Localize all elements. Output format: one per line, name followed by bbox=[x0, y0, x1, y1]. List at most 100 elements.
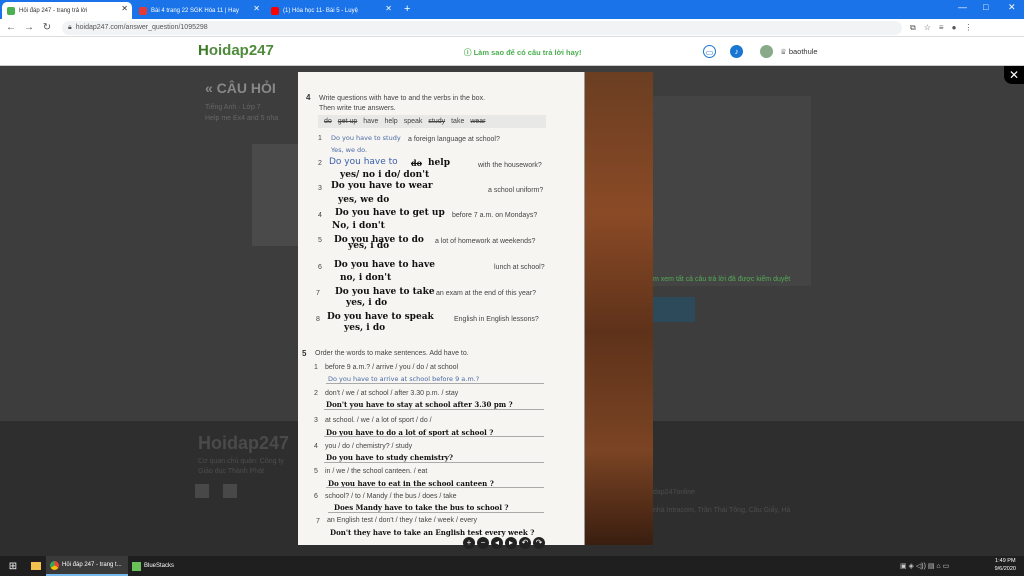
handwritten-question: Do you have to have bbox=[334, 260, 435, 270]
footer-social: dap247online bbox=[653, 489, 696, 496]
item-number: 8 bbox=[316, 316, 320, 323]
browser-toolbar: ← → ↻ 🔒︎ hoidap247.com/answer_question/1… bbox=[0, 19, 1024, 37]
browser-tab-2[interactable]: (1) Hóa học 11- Bài 5 - Luyệ ✕ bbox=[266, 2, 396, 19]
word-prompt: in / we / the school canteen. / eat bbox=[325, 468, 428, 475]
question-preview: Help me Ex4 and 5 nha bbox=[205, 115, 279, 122]
taskbar-item-bluestacks[interactable]: BlueStacks bbox=[128, 556, 188, 576]
tray-icons[interactable]: ▣ ◈ ◁)) ▤ ⌂ ▭ bbox=[900, 562, 949, 570]
previous-icon[interactable]: ◂ bbox=[491, 537, 503, 549]
new-tab-button[interactable]: + bbox=[404, 2, 410, 19]
worksheet-photo: 4 Write questions with have to and the v… bbox=[298, 72, 653, 545]
hoidap-favicon-icon bbox=[7, 6, 15, 15]
close-icon[interactable]: ✕ bbox=[253, 4, 260, 13]
word-prompt: you / do / chemistry? / study bbox=[325, 443, 413, 450]
item-number: 7 bbox=[316, 518, 320, 525]
footer-company-name: Giáo dục Thành Phát bbox=[198, 468, 265, 475]
sgk-favicon-icon bbox=[139, 6, 147, 15]
reload-icon[interactable]: ↻ bbox=[40, 22, 54, 33]
avatar[interactable] bbox=[760, 45, 773, 58]
word-prompt: at school. / we / a lot of sport / do / bbox=[325, 417, 432, 424]
taskbar-item-chrome[interactable]: Hỏi đáp 247 - trang t... bbox=[46, 556, 128, 576]
answer-line bbox=[326, 383, 544, 384]
windows-taskbar: ⊞ Hỏi đáp 247 - trang t... BlueStacks ▣ … bbox=[0, 556, 1024, 576]
handwritten-answer: No, i don't bbox=[332, 221, 385, 231]
word-prompt: school? / to / Mandy / the bus / does / … bbox=[325, 493, 457, 500]
corrected-verb: help bbox=[428, 158, 450, 168]
translate-icon[interactable]: ⧉ bbox=[910, 23, 916, 33]
answer-button[interactable] bbox=[653, 297, 695, 322]
answer-line bbox=[328, 512, 544, 513]
subject-label: Tiếng Anh · Lớp 7 bbox=[205, 104, 261, 111]
windows-start-icon[interactable]: ⊞ bbox=[0, 556, 26, 576]
youtube-favicon-icon bbox=[271, 6, 279, 15]
handwritten-answer: yes, i do bbox=[346, 298, 388, 308]
item-number: 4 bbox=[318, 212, 322, 219]
lock-icon: 🔒︎ bbox=[68, 23, 72, 31]
rotate-right-icon[interactable]: ↷ bbox=[533, 537, 545, 549]
info-icon: ⓘ bbox=[464, 48, 474, 57]
thumbnail bbox=[252, 144, 298, 246]
menu-dots-icon[interactable]: ⋮ bbox=[964, 23, 972, 32]
word-prompt: an English test / don't / they / take / … bbox=[327, 517, 477, 524]
wooden-table bbox=[585, 72, 653, 545]
close-icon[interactable]: ✕ bbox=[385, 4, 392, 13]
site-logo[interactable]: Hoidap247 bbox=[198, 42, 274, 59]
handwritten-answer: Yes, we do. bbox=[331, 146, 368, 154]
facebook-icon[interactable] bbox=[195, 484, 209, 498]
browser-tab-strip: Hỏi đáp 247 - trang trả lời ✕ Bài 4 tran… bbox=[0, 0, 1024, 19]
ex5-number: 5 bbox=[302, 349, 307, 358]
zoom-out-icon[interactable]: − bbox=[477, 537, 489, 549]
bluestacks-icon bbox=[132, 561, 141, 571]
star-icon[interactable]: ☆ bbox=[924, 23, 931, 32]
forward-arrow-icon[interactable]: → bbox=[22, 22, 36, 33]
answer-sentence: Don't they have to take an English test … bbox=[330, 528, 535, 537]
handwritten-question: Do you have to wear bbox=[331, 181, 433, 191]
item-number: 5 bbox=[318, 237, 322, 244]
viewer-close-button[interactable]: ✕ bbox=[1004, 66, 1024, 84]
handwritten-answer: yes, i do bbox=[344, 323, 386, 333]
file-explorer-icon[interactable] bbox=[26, 556, 46, 576]
window-close-button[interactable]: ✕ bbox=[1008, 2, 1016, 13]
printed-question: a lot of homework at weekends? bbox=[435, 238, 536, 245]
page-heading: « CÂU HỎI bbox=[205, 80, 276, 96]
footer-address: nhà Intracom, Trần Thái Tông, Cầu Giấy, … bbox=[653, 507, 791, 514]
address-bar[interactable]: 🔒︎ hoidap247.com/answer_question/1095298 bbox=[62, 20, 902, 35]
item-number: 1 bbox=[314, 364, 318, 371]
chat-icon[interactable]: ▭ bbox=[703, 45, 716, 58]
site-header: Hoidap247 ⓘ Làm sao để có câu trả lời ha… bbox=[0, 37, 1024, 66]
ex4-number: 4 bbox=[306, 93, 311, 102]
next-icon[interactable]: ▸ bbox=[505, 537, 517, 549]
browser-tab-1[interactable]: Bài 4 trang 22 SGK Hóa 11 | Hay ✕ bbox=[134, 2, 264, 19]
word-prompt: before 9 a.m.? / arrive / you / do / at … bbox=[325, 364, 459, 371]
browser-tab-0[interactable]: Hỏi đáp 247 - trang trả lời ✕ bbox=[2, 2, 132, 19]
help-tagline[interactable]: ⓘ Làm sao để có câu trả lời hay! bbox=[464, 47, 581, 58]
word-prompt: don't / we / at school / after 3.30 p.m.… bbox=[325, 390, 459, 397]
answer-sentence: Does Mandy have to take the bus to schoo… bbox=[334, 503, 509, 512]
answer-line bbox=[324, 409, 544, 410]
bell-icon[interactable]: ♪ bbox=[730, 45, 743, 58]
item-number: 1 bbox=[318, 135, 322, 142]
maximize-button[interactable]: □ bbox=[983, 2, 988, 12]
answer-sentence: Don't you have to stay at school after 3… bbox=[326, 400, 513, 409]
media-icon[interactable]: ≡ bbox=[939, 23, 944, 32]
answer-line bbox=[324, 436, 544, 437]
back-arrow-icon[interactable]: ← bbox=[4, 22, 18, 33]
printed-question: English in English lessons? bbox=[454, 316, 539, 323]
youtube-icon[interactable] bbox=[223, 484, 237, 498]
handwritten-answer: no, i don't bbox=[340, 273, 392, 283]
tab-title: Hỏi đáp 247 - trang trả lời bbox=[19, 7, 88, 14]
minimize-button[interactable]: — bbox=[958, 2, 967, 12]
zoom-in-icon[interactable]: + bbox=[463, 537, 475, 549]
handwritten-question: Do you have to study bbox=[331, 134, 401, 142]
tab-title: Bài 4 trang 22 SGK Hóa 11 | Hay bbox=[151, 7, 239, 14]
printed-question: lunch at school? bbox=[494, 264, 545, 271]
close-icon[interactable]: ✕ bbox=[121, 4, 128, 13]
username[interactable]: ♕ baothule bbox=[780, 47, 818, 56]
handwritten-question: Do you have to speak bbox=[327, 312, 434, 322]
printed-question: an exam at the end of this year? bbox=[436, 290, 537, 297]
profile-icon[interactable]: ● bbox=[952, 23, 957, 32]
printed-question: a foreign language at school? bbox=[408, 136, 500, 143]
struck-verb: do bbox=[411, 158, 422, 168]
system-clock[interactable]: 1:49 PM 9/6/2020 bbox=[995, 557, 1016, 573]
rotate-left-icon[interactable]: ↶ bbox=[519, 537, 531, 549]
